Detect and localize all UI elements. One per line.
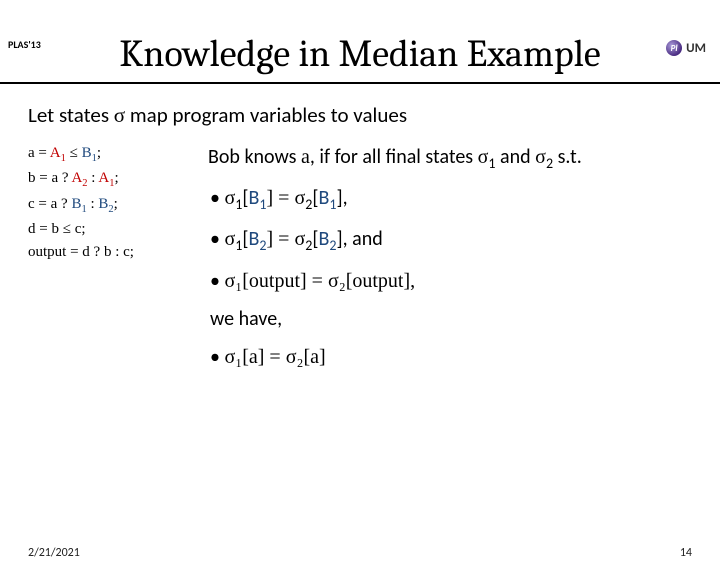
code-line-1: a = A1 ≤ B1; [28, 142, 178, 167]
t: Bob knows [208, 145, 301, 169]
B1c: B1 [249, 186, 267, 210]
A2: A2 [71, 170, 87, 186]
B1d: B1 [319, 186, 337, 210]
t: : [88, 170, 99, 186]
slide-title: Knowledge in Median Example [0, 32, 720, 76]
code-line-4: d = b ≤ c; [28, 218, 178, 241]
t: 1 [488, 155, 495, 172]
conclusion-list: σ₁[a] = σ₂[a] [210, 344, 582, 370]
logo-icon: Pl [666, 40, 682, 56]
content-row: a = A1 ≤ B1; b = a ? A2 : A1; c = a ? B1… [0, 142, 720, 382]
sigma1: σ [478, 146, 489, 168]
code-line-5: output = d ? b : c; [28, 241, 178, 264]
t: σ [224, 228, 235, 250]
we-have: we have, [210, 306, 582, 332]
t: s.t. [553, 145, 582, 169]
t: σ [224, 187, 235, 209]
t: 1 [329, 196, 336, 213]
t: 2 [546, 155, 553, 172]
t: σ₁[a] = σ₂[a] [224, 346, 325, 368]
bullet-2: σ1[B2] = σ2[B2], and [210, 226, 582, 255]
t: ] = σ [267, 228, 306, 250]
t: a = [28, 145, 50, 161]
t: ], and [337, 227, 383, 251]
t: ; [114, 170, 118, 186]
t: B [98, 196, 108, 212]
intro-line: Let states σ map program variables to va… [28, 102, 692, 128]
t: A [50, 145, 61, 161]
code-block: a = A1 ≤ B1; b = a ? A2 : A1; c = a ? B1… [28, 142, 178, 264]
B2d: B2 [319, 227, 337, 251]
t: A [71, 170, 82, 186]
t: 2 [259, 237, 266, 254]
footer-page: 14 [680, 546, 692, 560]
bob-knows-line: Bob knows a, if for all final states σ1 … [208, 144, 582, 173]
logo: Pl UM [666, 40, 706, 56]
footer-date: 2/21/2021 [28, 546, 80, 560]
t: B [71, 196, 81, 212]
bullet-1: σ1[B1] = σ2[B1], [210, 185, 582, 214]
t: B [82, 145, 92, 161]
bullet-4: σ₁[a] = σ₂[a] [210, 344, 582, 370]
t: 1 [259, 196, 266, 213]
code-line-3: c = a ? B1 : B2; [28, 193, 178, 218]
A1: A1 [50, 145, 66, 161]
logo-text: UM [686, 41, 706, 56]
t: B [249, 227, 260, 251]
t: ; [114, 196, 118, 212]
B2c: B2 [249, 227, 267, 251]
code-line-2: b = a ? A2 : A1; [28, 167, 178, 192]
sigma2: σ [535, 146, 546, 168]
t: B [249, 186, 260, 210]
t: , if for all final states [310, 145, 478, 169]
t: 2 [329, 237, 336, 254]
intro-post: map program variables to values [125, 102, 407, 128]
t: ≤ [66, 145, 82, 161]
t: σ₁[output] = σ₂[output], [224, 270, 415, 292]
t: and [496, 145, 536, 169]
conference-tag: PLAS'13 [8, 38, 41, 51]
intro-sigma: σ [114, 103, 125, 127]
t: A [98, 170, 109, 186]
B1: B1 [82, 145, 97, 161]
A1b: A1 [98, 170, 114, 186]
t: B [319, 186, 330, 210]
var-a: a [301, 146, 310, 168]
B1b: B1 [71, 196, 86, 212]
t: b = a ? [28, 170, 71, 186]
B2: B2 [98, 196, 113, 212]
t: ], [337, 186, 348, 210]
t: c = a ? [28, 196, 71, 212]
condition-list: σ1[B1] = σ2[B1], σ1[B2] = σ2[B2], and σ₁… [210, 185, 582, 293]
t: B [319, 227, 330, 251]
t: ] = σ [267, 187, 306, 209]
t: : [87, 196, 99, 212]
explanation-block: Bob knows a, if for all final states σ1 … [208, 142, 582, 382]
title-rule [0, 82, 720, 84]
bullet-3: σ₁[output] = σ₂[output], [210, 268, 582, 294]
intro-pre: Let states [28, 102, 114, 128]
t: ; [97, 145, 101, 161]
